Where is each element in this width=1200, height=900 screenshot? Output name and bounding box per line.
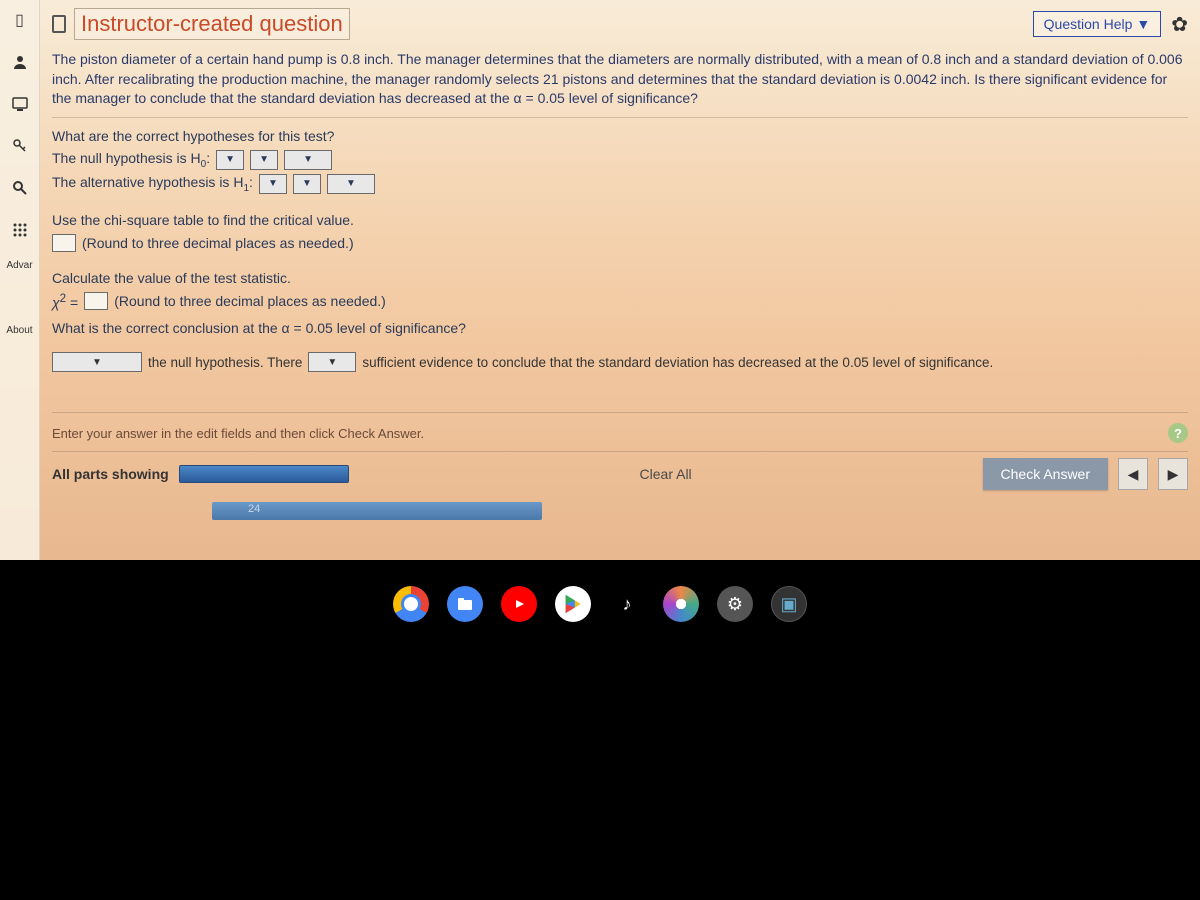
sidebar-label-advanced[interactable]: Advar (6, 260, 32, 271)
q1-prompt: What are the correct hypotheses for this… (52, 128, 1188, 144)
gallery-icon[interactable]: ▣ (771, 586, 807, 622)
left-sidebar: ▯ Advar About (0, 0, 40, 560)
conclusion-text-1: the null hypothesis. There (148, 355, 302, 370)
q2-prompt: Use the chi-square table to find the cri… (52, 212, 1188, 228)
q2-hint: (Round to three decimal places as needed… (82, 235, 354, 251)
check-answer-button[interactable]: Check Answer (983, 458, 1108, 490)
chrome-icon[interactable] (393, 586, 429, 622)
q4-prompt: What is the correct conclusion at the α … (52, 320, 1188, 336)
os-taskbar: ♪ ⚙ ▣ (0, 580, 1200, 628)
music-icon[interactable]: ♪ (609, 586, 645, 622)
clear-all-button[interactable]: Clear All (632, 462, 700, 486)
chi-square-label: χ2 = (52, 292, 78, 311)
photos-icon[interactable] (663, 586, 699, 622)
null-hyp-dropdown-2[interactable]: ▼ (250, 150, 278, 170)
search-icon[interactable] (8, 176, 32, 200)
alt-hyp-dropdown-1[interactable]: ▼ (259, 174, 287, 194)
page-icon (52, 15, 66, 33)
sidebar-label-about[interactable]: About (6, 325, 32, 336)
chevron-down-icon: ▼ (1136, 16, 1150, 32)
settings-icon[interactable]: ⚙ (717, 586, 753, 622)
prev-button[interactable]: ◀ (1118, 458, 1148, 490)
help-badge[interactable]: ? (1168, 423, 1188, 443)
gear-icon[interactable]: ✿ (1171, 12, 1188, 37)
null-hyp-dropdown-3[interactable]: ▼ (284, 150, 332, 170)
play-store-icon[interactable] (555, 586, 591, 622)
test-statistic-input[interactable] (84, 292, 108, 310)
horizontal-scrollbar[interactable] (212, 502, 542, 520)
q3-prompt: Calculate the value of the test statisti… (52, 270, 1188, 286)
question-help-button[interactable]: Question Help ▼ (1033, 11, 1162, 37)
youtube-icon[interactable] (501, 586, 537, 622)
book-icon[interactable]: ▯ (8, 8, 32, 32)
parts-showing-label: All parts showing (52, 466, 169, 482)
page-title: Instructor-created question (74, 8, 350, 40)
null-hyp-dropdown-1[interactable]: ▼ (216, 150, 244, 170)
progress-bar (179, 465, 349, 483)
files-icon[interactable] (447, 586, 483, 622)
null-hyp-label: The null hypothesis is H0: (52, 150, 210, 170)
question-help-label: Question Help (1044, 16, 1133, 32)
alt-hyp-label: The alternative hypothesis is H1: (52, 174, 253, 194)
bottom-bar: All parts showing Clear All Check Answer… (52, 451, 1188, 496)
person-icon[interactable] (8, 50, 32, 74)
critical-value-input[interactable] (52, 234, 76, 252)
header-bar: Instructor-created question Question Hel… (52, 6, 1188, 46)
instruction-text: Enter your answer in the edit fields and… (52, 426, 424, 441)
alt-hyp-dropdown-2[interactable]: ▼ (293, 174, 321, 194)
grid-icon[interactable] (8, 218, 32, 242)
conclusion-line: ▼ the null hypothesis. There ▼ sufficien… (52, 352, 1188, 372)
conclusion-text-2: sufficient evidence to conclude that the… (362, 355, 993, 370)
alt-hyp-dropdown-3[interactable]: ▼ (327, 174, 375, 194)
conclusion-dropdown-1[interactable]: ▼ (52, 352, 142, 372)
q3-hint: (Round to three decimal places as needed… (114, 293, 386, 309)
problem-statement: The piston diameter of a certain hand pu… (52, 46, 1188, 118)
main-content: Instructor-created question Question Hel… (40, 0, 1200, 560)
next-button[interactable]: ▶ (1158, 458, 1188, 490)
conclusion-dropdown-2[interactable]: ▼ (308, 352, 356, 372)
key-icon[interactable] (8, 134, 32, 158)
monitor-icon[interactable] (8, 92, 32, 116)
